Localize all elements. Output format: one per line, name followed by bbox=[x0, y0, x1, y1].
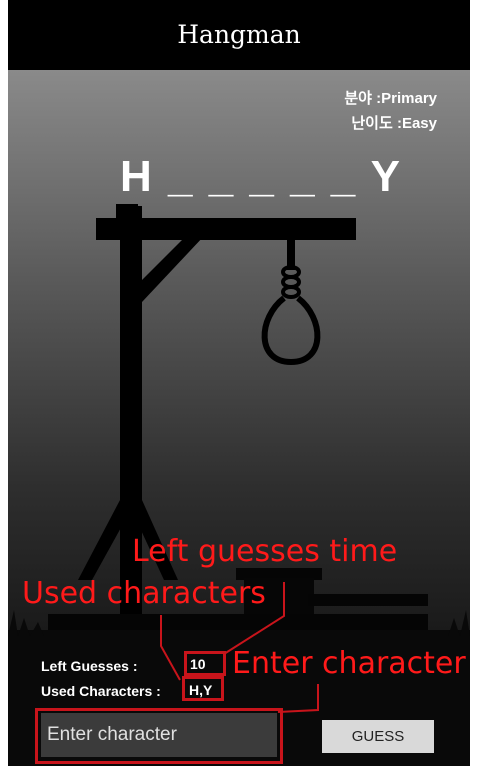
app-title: Hangman bbox=[8, 0, 470, 70]
annotation-left-guesses: Left guesses time bbox=[132, 534, 398, 569]
difficulty-row: 난이도 :Easy bbox=[351, 115, 437, 132]
used-characters-label: Used Characters : bbox=[41, 683, 161, 699]
difficulty-value: Easy bbox=[401, 115, 437, 132]
app-window: Hangman 분야:Primary 난이도:Easy H _ _ _ _ … bbox=[8, 0, 470, 766]
guess-button[interactable]: GUESS bbox=[322, 720, 434, 753]
annotation-used-characters: Used characters bbox=[22, 576, 266, 611]
category-value: Primary bbox=[381, 90, 437, 107]
left-guesses-label: Left Guesses : bbox=[41, 658, 138, 674]
word-display: H _ _ _ _ _ Y bbox=[120, 152, 403, 201]
used-characters-value: H,Y bbox=[189, 682, 213, 698]
game-stage: 분야 :Primary 난이도 :Easy H _ _ _ _ _ Y Left… bbox=[8, 70, 470, 766]
game-info: 분야 :Primary 난이도 :Easy bbox=[344, 86, 437, 136]
left-guesses-value: 10 bbox=[190, 656, 206, 672]
character-input[interactable] bbox=[41, 713, 277, 757]
category-row: 분야 :Primary bbox=[344, 90, 437, 107]
annotation-enter-character: Enter character bbox=[232, 646, 466, 681]
